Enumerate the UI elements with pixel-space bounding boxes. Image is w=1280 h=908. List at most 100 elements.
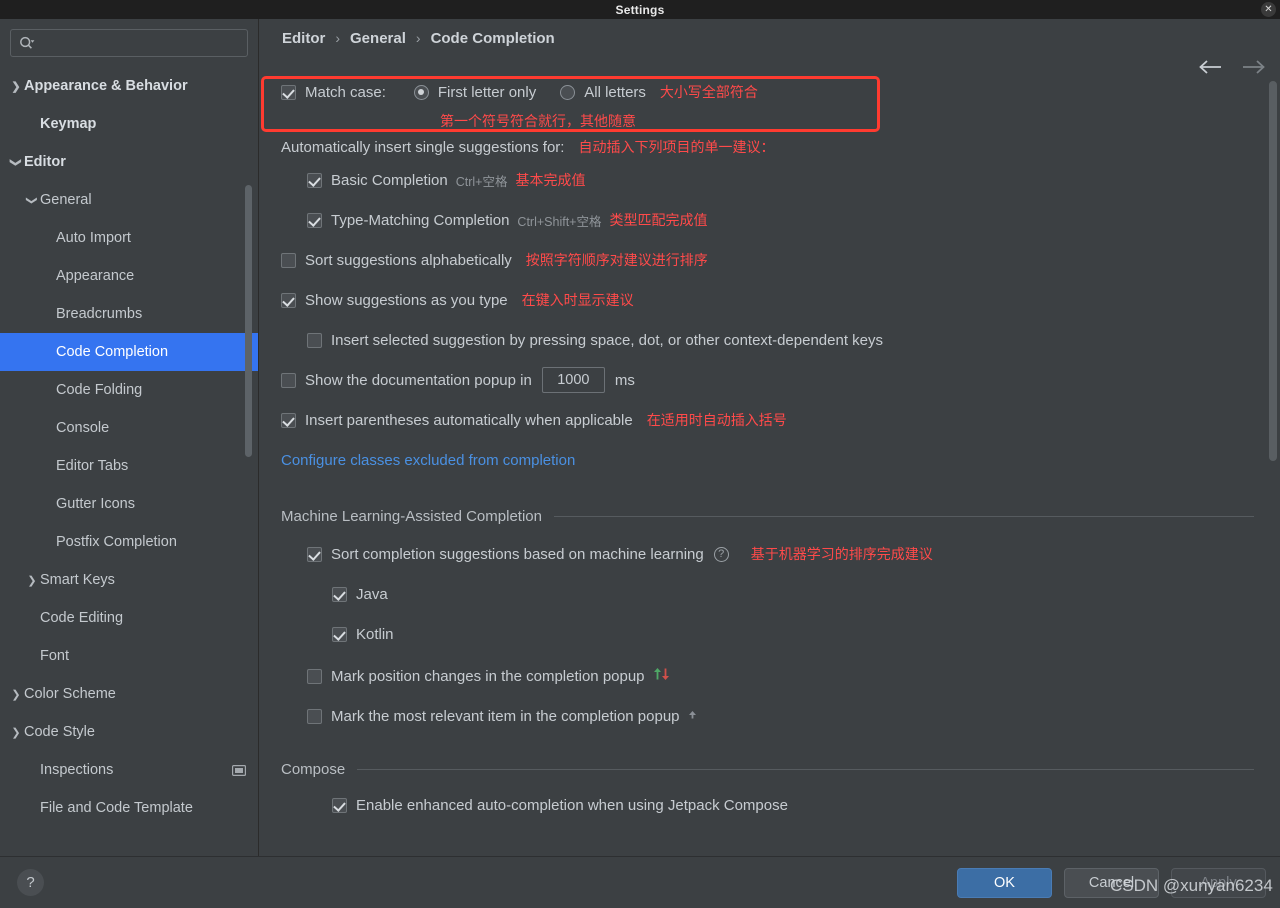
compose-section-divider [357,769,1254,770]
sidebar-item-label: Gutter Icons [56,496,135,512]
match-case-checkbox[interactable] [281,84,296,100]
sidebar-item-postfix-completion[interactable]: Postfix Completion [0,523,258,561]
sidebar-item-code-editing[interactable]: Code Editing [0,599,258,637]
arrow-left-icon[interactable] [1198,59,1224,75]
sidebar-item-inspections[interactable]: Inspections [0,751,258,789]
settings-main-panel: Editor › General › Code Completion Match cas… [259,19,1280,856]
window-title: Settings [615,2,665,17]
apply-button[interactable]: Apply [1171,868,1266,898]
type-matching-completion-shortcut: Ctrl+Shift+空格 [517,214,602,229]
close-icon[interactable]: ✕ [1261,2,1276,17]
insert-parentheses-label: Insert parentheses automatically when ap… [305,411,633,429]
search-input[interactable] [36,34,239,52]
doc-popup-delay-input[interactable] [541,367,605,393]
mark-relevant-checkbox[interactable] [307,708,322,724]
help-button[interactable]: ? [17,869,44,896]
mark-position-checkbox[interactable] [307,668,322,684]
match-case-row: Match case: First letter only All letter… [281,77,1258,107]
chevron-right-icon[interactable]: ❯ [8,80,24,93]
sidebar-item-code-folding[interactable]: Code Folding [0,371,258,409]
all-letters-radio[interactable] [560,84,576,100]
sidebar-item-appearance[interactable]: Appearance [0,257,258,295]
chevron-down-icon[interactable]: ❯ [26,192,39,208]
first-letter-annotation: 第一个符号符合就行，其他随意 [440,113,636,129]
breadcrumb-separator: › [335,30,341,46]
sidebar-item-smart-keys[interactable]: ❯ Smart Keys [0,561,258,599]
mark-position-row: Mark position changes in the completion … [281,661,1258,691]
enable-enhanced-label: Enable enhanced auto-completion when usi… [356,796,788,814]
sidebar-item-gutter-icons[interactable]: Gutter Icons [0,485,258,523]
settings-content: Match case: First letter only All letter… [259,77,1280,856]
show-as-you-type-checkbox[interactable] [281,292,296,308]
sidebar-scrollbar-thumb[interactable] [245,185,252,457]
sort-ml-row: Sort completion suggestions based on mac… [281,539,1258,569]
sidebar-item-editor[interactable]: ❯ Editor [0,143,258,181]
match-case-label: Match case: [305,83,386,101]
chevron-right-icon[interactable]: ❯ [24,574,40,587]
auto-insert-label: Automatically insert single suggestions … [281,138,565,156]
window-titlebar: Settings ✕ [0,0,1280,19]
cancel-button[interactable]: Cancel [1064,868,1159,898]
breadcrumb-part[interactable]: Editor [282,30,325,47]
basic-completion-checkbox[interactable] [307,172,322,188]
sidebar-item-font[interactable]: Font [0,637,258,675]
doc-popup-checkbox[interactable] [281,372,296,388]
arrow-up-green-icon [653,667,661,685]
ok-button[interactable]: OK [957,868,1052,898]
search-box[interactable] [10,29,248,57]
sidebar-item-keymap[interactable]: Keymap [0,105,258,143]
sidebar-item-editor-tabs[interactable]: Editor Tabs [0,447,258,485]
sidebar-item-label: Breadcrumbs [56,306,143,322]
sidebar-item-file-and-code-template[interactable]: File and Code Template [0,789,258,827]
sidebar-item-code-style[interactable]: ❯ Code Style [0,713,258,751]
sidebar-item-label: Appearance & Behavior [24,78,188,94]
mark-relevant-label: Mark the most relevant item in the compl… [331,707,680,725]
sort-alphabetically-annotation: 按照字符顺序对建议进行排序 [525,252,708,268]
breadcrumb-part[interactable]: Code Completion [431,30,555,47]
enable-enhanced-checkbox[interactable] [332,797,347,813]
chevron-down-icon[interactable]: ❯ [10,154,23,170]
search-wrapper [0,19,258,57]
basic-completion-shortcut: Ctrl+空格 [455,174,508,189]
mark-relevant-icons [688,707,696,725]
all-letters-label: All letters [584,83,646,101]
excluded-link-row: Configure classes excluded from completi… [281,445,1258,475]
insert-parentheses-checkbox[interactable] [281,412,296,428]
sidebar-scrollbar-track[interactable] [245,185,252,856]
sort-alphabetically-checkbox[interactable] [281,252,296,268]
sidebar-item-general[interactable]: ❯ General [0,181,258,219]
type-matching-completion-checkbox[interactable] [307,212,322,228]
sidebar-item-auto-import[interactable]: Auto Import [0,219,258,257]
sidebar-item-label: General [40,192,92,208]
first-letter-only-radio[interactable] [413,84,429,100]
doc-popup-unit: ms [614,371,635,389]
insert-selected-checkbox[interactable] [307,332,322,348]
sidebar-item-appearance-behavior[interactable]: ❯ Appearance & Behavior [0,67,258,105]
sidebar-item-color-scheme[interactable]: ❯ Color Scheme [0,675,258,713]
ml-kotlin-checkbox[interactable] [332,626,347,642]
sidebar-item-label: Keymap [40,116,97,132]
sidebar-item-breadcrumbs[interactable]: Breadcrumbs [0,295,258,333]
sidebar-item-label: Code Completion [56,344,169,360]
chevron-right-icon[interactable]: ❯ [8,726,24,739]
sidebar-item-label: Appearance [56,268,135,284]
arrow-right-icon[interactable] [1240,59,1266,75]
breadcrumb-part[interactable]: General [350,30,406,47]
configure-excluded-classes-link[interactable]: Configure classes excluded from completi… [281,452,575,469]
help-circle-icon[interactable]: ? [713,546,729,562]
insert-selected-row: Insert selected suggestion by pressing s… [281,325,1258,355]
insert-parentheses-annotation: 在适用时自动插入括号 [646,412,787,428]
sidebar-item-label: Smart Keys [40,572,115,588]
chevron-right-icon[interactable]: ❯ [8,688,24,701]
ml-java-checkbox[interactable] [332,586,347,602]
breadcrumb: Editor › General › Code Completion [259,19,1280,57]
sidebar-item-label: File and Code Template [40,800,193,816]
sort-ml-checkbox[interactable] [307,546,322,562]
sidebar-item-code-completion[interactable]: Code Completion [0,333,258,371]
insert-selected-label: Insert selected suggestion by pressing s… [331,331,883,349]
sidebar-item-console[interactable]: Console [0,409,258,447]
